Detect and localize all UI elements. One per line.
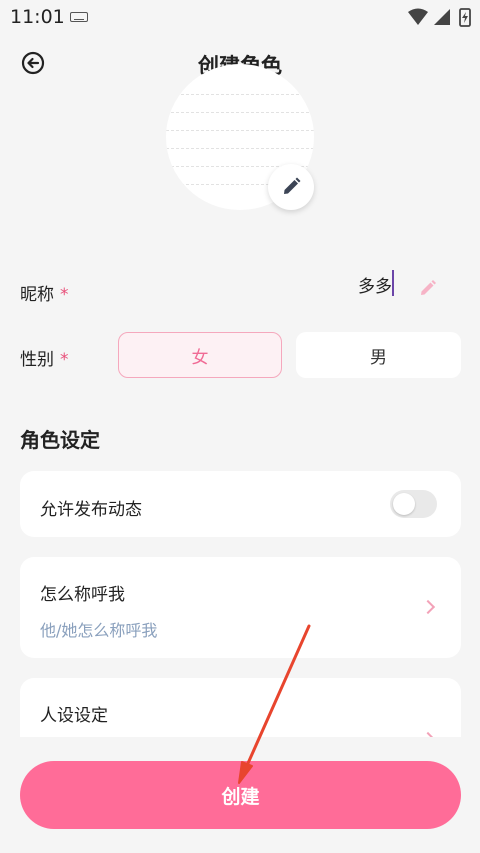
scroll-content[interactable]: 创建角色 昵称* 多多 性别* 女 男 角色设定 — [0, 0, 480, 737]
call-me-card[interactable]: 怎么称呼我 他/她怎么称呼我 — [20, 557, 461, 658]
avatar-edit-button[interactable] — [268, 164, 314, 210]
text-cursor — [392, 270, 394, 296]
gender-label: 性别 * — [20, 350, 69, 370]
persona-card[interactable]: 人设设定 — [20, 678, 461, 737]
nickname-label: 昵称 * — [20, 285, 69, 305]
allow-post-card: 允许发布动态 — [20, 471, 461, 537]
create-button[interactable]: 创建 — [20, 761, 461, 829]
role-settings-title: 角色设定 — [20, 428, 100, 452]
allow-post-label: 允许发布动态 — [40, 500, 142, 520]
persona-label: 人设设定 — [40, 706, 108, 726]
nickname-input[interactable]: 多多 — [358, 272, 392, 297]
allow-post-toggle[interactable] — [390, 490, 437, 518]
call-me-placeholder: 他/她怎么称呼我 — [40, 621, 158, 640]
call-me-label: 怎么称呼我 — [40, 585, 125, 605]
create-role-screen: 11:01 创建角色 昵称* — [0, 0, 480, 853]
pencil-icon — [284, 177, 301, 194]
gender-male-button[interactable]: 男 — [296, 332, 461, 378]
chevron-right-icon — [420, 599, 436, 615]
nickname-edit-icon[interactable] — [418, 278, 438, 298]
toggle-knob — [393, 493, 415, 515]
gender-female-button[interactable]: 女 — [118, 332, 282, 378]
